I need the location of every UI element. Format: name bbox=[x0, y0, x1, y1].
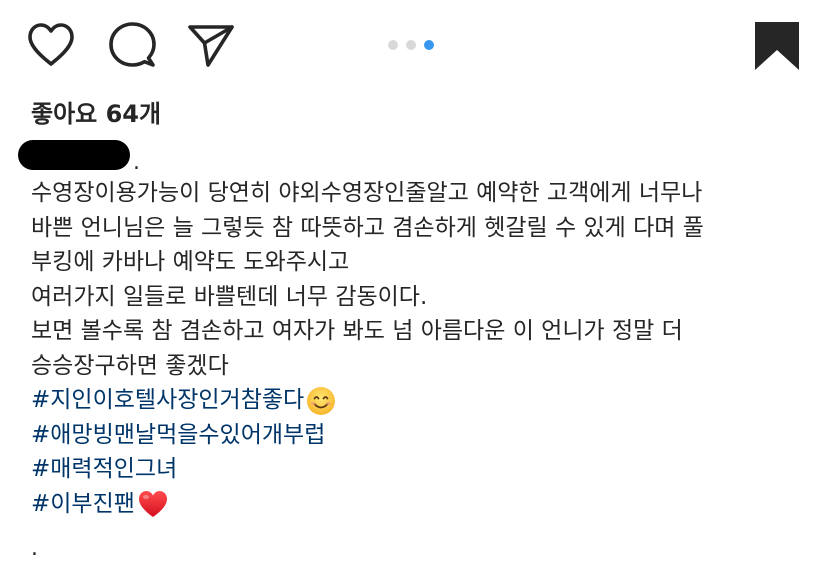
carousel-dot-active bbox=[424, 40, 434, 50]
carousel-indicator bbox=[388, 39, 434, 51]
caption-line: 부킹에 카바나 예약도 도와주시고 bbox=[31, 249, 350, 275]
caption-trailing-period: . bbox=[31, 536, 38, 561]
hashtag-line: #매력적인그녀 bbox=[31, 452, 811, 487]
caption-line: 승승장구하면 좋겠다 bbox=[31, 352, 229, 379]
smiling-face-emoji-icon bbox=[307, 386, 336, 415]
carousel-dot bbox=[406, 40, 416, 50]
hashtag-line: #지인이호텔사장인거참좋다 bbox=[31, 383, 811, 418]
bookmark-icon[interactable] bbox=[754, 21, 800, 71]
hashtag-line: #애망빙맨날먹을수있어개부럽 bbox=[31, 418, 811, 453]
red-heart-emoji-icon bbox=[138, 491, 167, 517]
carousel-dot bbox=[388, 40, 398, 50]
caption-line: 여러가지 일들로 바쁠텐데 너무 감동이다. bbox=[31, 283, 428, 310]
username-suffix: . bbox=[133, 150, 140, 175]
hashtag-link[interactable]: #애망빙맨날먹을수있어개부럽 bbox=[31, 422, 325, 448]
hashtag-link[interactable]: #매력적인그녀 bbox=[31, 456, 177, 482]
post-caption: 수영장이용가능이 당연히 야외수영장인줄알고 예약한 고객에게 너무나 바쁜 언… bbox=[31, 176, 811, 521]
share-icon[interactable] bbox=[186, 22, 236, 68]
caption-line: 바쁜 언니님은 늘 그렇듯 참 따뜻하고 겸손하게 헷갈릴 수 있게 다며 풀 bbox=[31, 214, 704, 241]
comment-icon[interactable] bbox=[107, 21, 157, 69]
hashtag-link[interactable]: #지인이호텔사장인거참좋다 bbox=[31, 387, 304, 413]
caption-line: 보면 볼수록 참 겸손하고 여자가 봐도 넘 아름다운 이 언니가 정말 더 bbox=[31, 318, 683, 344]
hashtag-line: #이부진팬 bbox=[31, 487, 811, 522]
caption-line: 수영장이용가능이 당연히 야외수영장인줄알고 예약한 고객에게 너무나 bbox=[31, 180, 703, 206]
like-count[interactable]: 좋아요 64개 bbox=[31, 94, 161, 129]
hashtag-link[interactable]: #이부진팬 bbox=[31, 491, 135, 517]
redacted-username bbox=[18, 140, 130, 170]
heart-icon[interactable] bbox=[26, 22, 76, 68]
